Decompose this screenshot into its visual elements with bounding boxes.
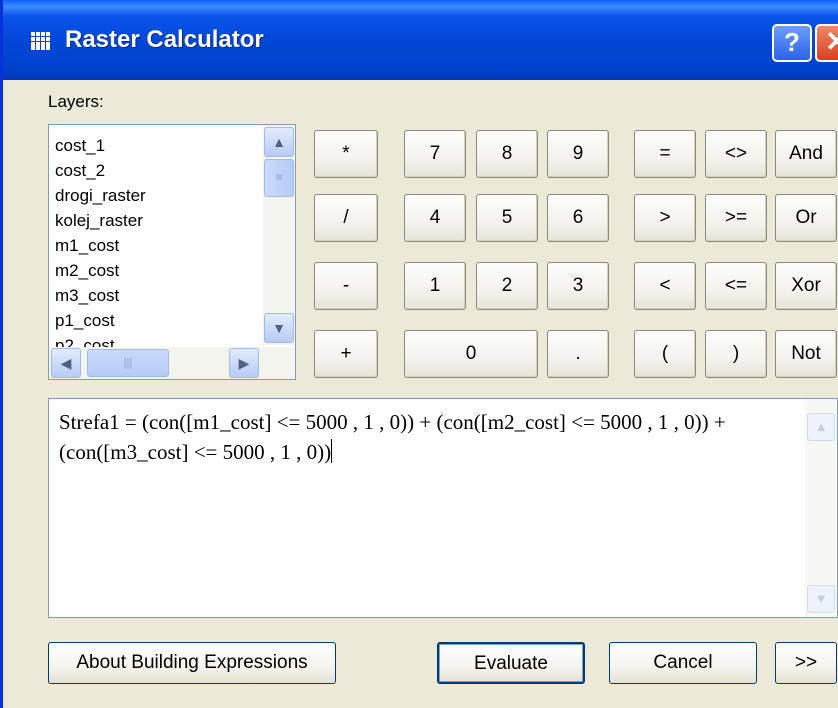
expression-textbox[interactable]: Strefa1 = (con([m1_cost] <= 5000 , 1 , 0… [48,398,838,618]
scroll-up-icon[interactable]: ▲ [807,413,835,441]
scroll-down-icon[interactable]: ▼ [807,585,835,613]
not-equal-button[interactable]: <> [705,130,767,178]
layers-listbox[interactable]: cost_1 cost_2 drogi_raster kolej_raster … [48,124,296,380]
minus-button[interactable]: - [314,262,378,310]
greater-than-button[interactable]: > [634,194,696,242]
divide-button[interactable]: / [314,194,378,242]
text-caret [331,439,333,463]
open-paren-button[interactable]: ( [634,330,696,378]
window-title: Raster Calculator [65,26,264,53]
less-than-button[interactable]: < [634,262,696,310]
expression-vertical-scrollbar[interactable]: ▲ ▼ [805,399,837,617]
digit-7-button[interactable]: 7 [404,130,466,178]
raster-calculator-window: Raster Calculator ? ✕ Layers: cost_1 cos… [0,0,838,708]
layers-label: Layers: [48,92,104,111]
scroll-down-icon[interactable]: ▼ [264,313,294,343]
layers-list: cost_1 cost_2 drogi_raster kolej_raster … [55,133,265,351]
evaluate-button[interactable]: Evaluate [437,642,585,684]
digit-5-button[interactable]: 5 [476,194,538,242]
scroll-thumb[interactable]: ≡ [264,159,294,197]
about-building-expressions-button[interactable]: About Building Expressions [48,642,336,684]
list-item[interactable]: cost_1 [55,133,265,158]
layers-horizontal-scrollbar[interactable]: ◀ ||| ▶ [49,347,295,379]
decimal-point-button[interactable]: . [547,330,609,378]
digit-0-button[interactable]: 0 [404,330,538,378]
list-item[interactable]: cost_2 [55,158,265,183]
help-button[interactable]: ? [772,24,812,62]
digit-1-button[interactable]: 1 [404,262,466,310]
close-paren-button[interactable]: ) [705,330,767,378]
and-button[interactable]: And [775,130,837,178]
digit-6-button[interactable]: 6 [547,194,609,242]
list-item[interactable]: m1_cost [55,233,265,258]
digit-8-button[interactable]: 8 [476,130,538,178]
scroll-up-icon[interactable]: ▲ [264,127,294,157]
expression-value: Strefa1 = (con([m1_cost] <= 5000 , 1 , 0… [59,410,731,464]
or-button[interactable]: Or [775,194,837,242]
layers-vertical-scrollbar[interactable]: ▲ ≡ ▼ [263,125,295,345]
list-item[interactable]: drogi_raster [55,183,265,208]
expression-text[interactable]: Strefa1 = (con([m1_cost] <= 5000 , 1 , 0… [59,407,799,467]
greater-equal-button[interactable]: >= [705,194,767,242]
multiply-button[interactable]: * [314,130,378,178]
equals-button[interactable]: = [634,130,696,178]
list-item[interactable]: p1_cost [55,308,265,333]
digit-2-button[interactable]: 2 [476,262,538,310]
expand-more-button[interactable]: >> [775,642,837,684]
calculator-grid-icon [31,32,51,50]
digit-3-button[interactable]: 3 [547,262,609,310]
scroll-thumb[interactable]: ||| [87,349,169,377]
list-item[interactable]: m2_cost [55,258,265,283]
xor-button[interactable]: Xor [775,262,837,310]
scroll-left-icon[interactable]: ◀ [51,348,81,378]
digit-9-button[interactable]: 9 [547,130,609,178]
not-button[interactable]: Not [775,330,837,378]
less-equal-button[interactable]: <= [705,262,767,310]
scroll-right-icon[interactable]: ▶ [229,348,259,378]
title-bar[interactable]: Raster Calculator ? ✕ [3,0,838,80]
digit-4-button[interactable]: 4 [404,194,466,242]
cancel-button[interactable]: Cancel [609,642,757,684]
close-button[interactable]: ✕ [815,24,838,62]
list-item[interactable]: kolej_raster [55,208,265,233]
list-item[interactable]: m3_cost [55,283,265,308]
plus-button[interactable]: + [314,330,378,378]
